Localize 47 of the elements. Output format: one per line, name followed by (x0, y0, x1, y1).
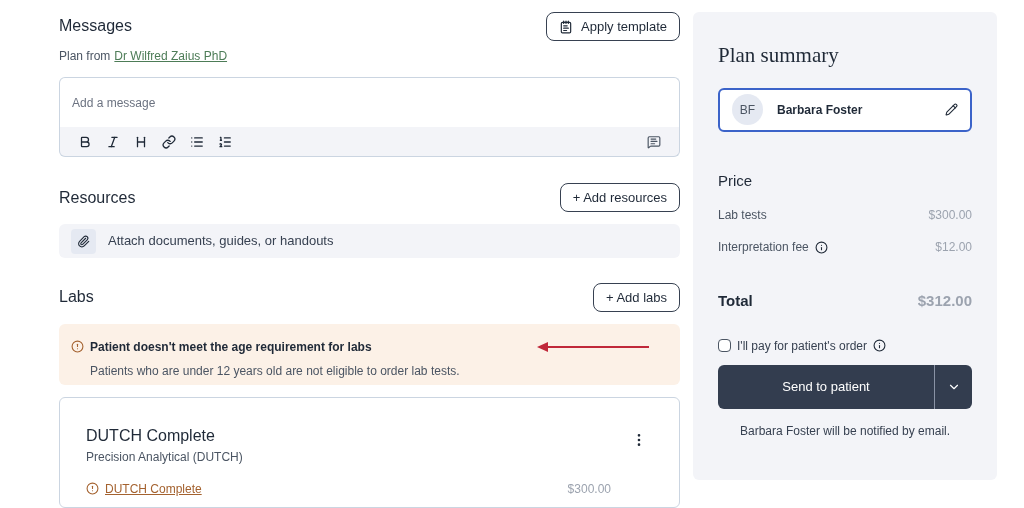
price-title: Price (718, 170, 754, 191)
section-title: Labs (59, 287, 94, 308)
send-button[interactable]: Send to patient (718, 364, 934, 409)
section-title: Resources (59, 187, 136, 208)
bulleted-list-icon[interactable] (190, 134, 204, 149)
price-label: Interpretation fee (718, 239, 809, 256)
add-labs-button[interactable]: + Add labs (592, 282, 680, 312)
attach-text: Attach documents, guides, or handouts (108, 232, 334, 251)
warning-icon (86, 482, 99, 496)
add-resources-button[interactable]: + Add resources (559, 183, 680, 213)
total-amount: $312.00 (917, 291, 972, 311)
price-amount: $300.00 (928, 207, 972, 224)
section-title: Messages (59, 16, 132, 36)
test-link[interactable]: DUTCH Complete (105, 479, 202, 498)
comment-icon[interactable] (647, 134, 661, 149)
notify-note: Barbara Foster will be notified by email. (738, 422, 952, 440)
patient-card[interactable]: BF Barbara Foster (718, 87, 972, 132)
doctor-link[interactable]: Dr Wilfred Zaius PhD (114, 47, 228, 65)
pay-checkbox[interactable] (718, 339, 731, 352)
plan-from-label: Plan from (59, 48, 111, 65)
numbered-list-icon[interactable] (218, 134, 232, 149)
lab-vendor: Precision Analytical (DUTCH) (86, 448, 243, 466)
message-field[interactable]: Add a message (59, 77, 680, 127)
apply-template-button[interactable]: Apply template (546, 12, 680, 41)
lab-name: DUTCH Complete (86, 425, 216, 446)
warning-icon (71, 340, 84, 354)
link-icon[interactable] (162, 134, 176, 149)
price-label: Lab tests (718, 207, 767, 224)
attach-row[interactable]: Attach documents, guides, or handouts (59, 224, 680, 258)
alert-title: Patient doesn't meet the age requirement for labs (90, 338, 372, 356)
summary-title: Plan summary (718, 42, 840, 69)
lab-price: $300.00 (567, 480, 611, 498)
paperclip-icon (71, 228, 96, 254)
send-options-button[interactable] (934, 364, 972, 409)
edit-icon[interactable] (945, 103, 958, 116)
info-icon[interactable] (873, 339, 886, 352)
info-icon[interactable] (814, 240, 828, 254)
heading-icon[interactable] (134, 134, 148, 149)
avatar: BF (732, 94, 763, 125)
italic-icon[interactable] (106, 134, 120, 149)
alert-body: Patients who are under 12 years old are not eligible to order lab tests. (90, 362, 461, 380)
template-icon (559, 19, 573, 34)
patient-name: Barbara Foster (777, 101, 863, 119)
pay-label: I'll pay for patient's order (737, 337, 867, 355)
bold-icon[interactable] (78, 134, 92, 149)
price-amount: $12.00 (935, 239, 972, 256)
total-label: Total (718, 291, 753, 311)
